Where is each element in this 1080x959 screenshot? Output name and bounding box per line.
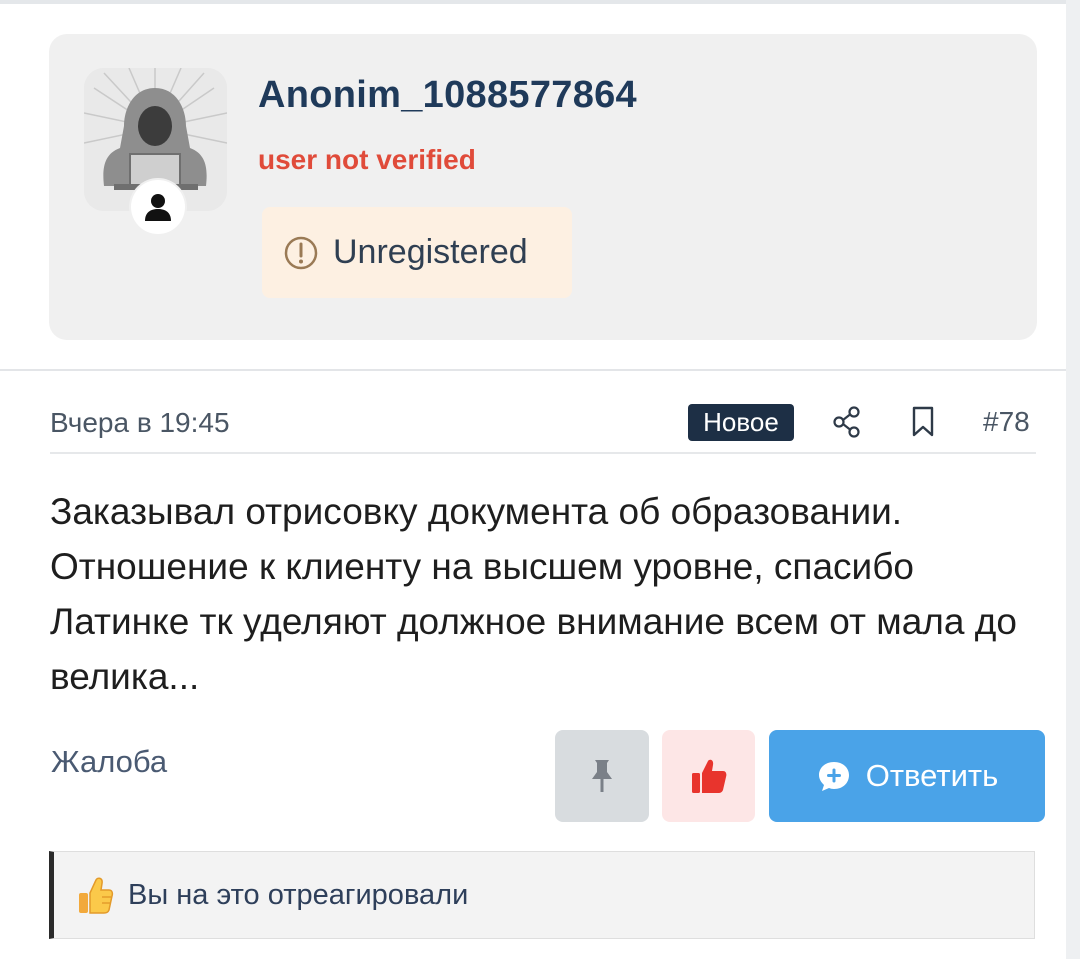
user-status-badge [131,180,185,234]
share-icon[interactable] [832,405,862,444]
complaint-link[interactable]: Жалоба [51,744,167,780]
warning-circle-icon [283,235,319,271]
page: Anonim_1088577864 user not verified Unre… [0,0,1066,959]
scrollbar-track[interactable] [1066,0,1080,959]
like-button[interactable] [662,730,755,822]
section-divider [0,369,1066,371]
reply-button[interactable]: Ответить [769,730,1045,822]
post-body-text: Заказывал отрисовку документа об образов… [50,491,1017,697]
reaction-notice: Вы на это отреагировали [49,851,1035,939]
unregistered-badge: Unregistered [262,207,572,298]
pin-button[interactable] [555,730,649,822]
thumbs-up-icon [691,759,726,793]
bookmark-icon[interactable] [910,405,936,444]
user-icon [145,194,171,221]
username[interactable]: Anonim_1088577864 [258,74,637,117]
post-number-link[interactable]: #78 [983,406,1030,438]
new-badge: Новое [688,404,794,441]
post-date[interactable]: Вчера в 19:45 [50,407,230,439]
post-header-divider [50,452,1036,454]
pin-icon [592,760,612,792]
top-divider [0,0,1066,4]
thumbs-up-emoji-icon [76,874,114,916]
reply-bubble-icon [816,758,852,794]
unregistered-label: Unregistered [333,233,528,271]
reply-button-label: Ответить [865,758,999,793]
reaction-notice-text: Вы на это отреагировали [128,878,469,911]
verification-status: user not verified [258,144,476,175]
